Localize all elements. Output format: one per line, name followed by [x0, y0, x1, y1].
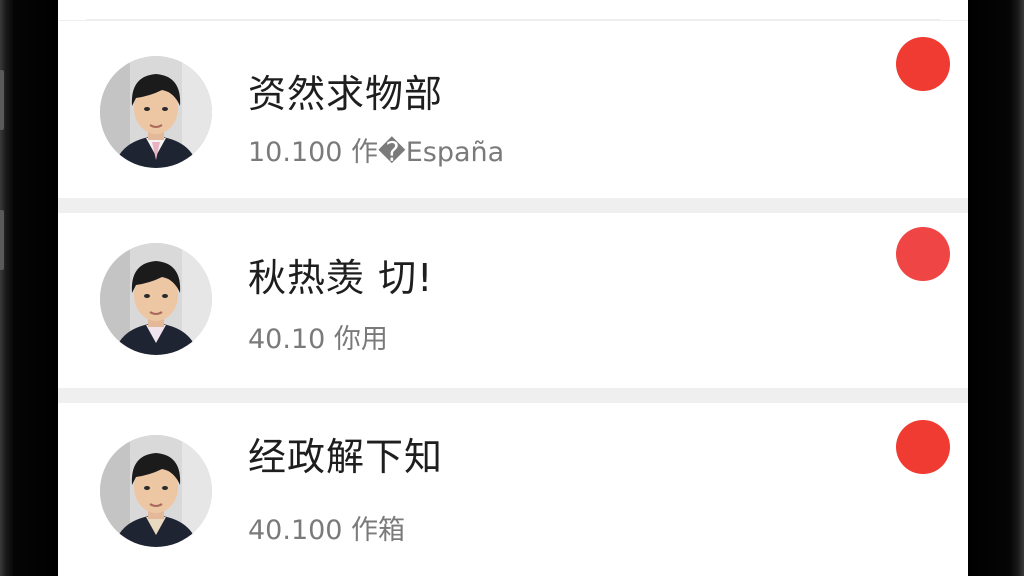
person-avatar-icon: [100, 243, 212, 355]
contact-meta: 40.100 作箱: [248, 515, 406, 546]
unread-badge: [896, 227, 950, 281]
previous-list-item-edge: [58, 0, 968, 20]
side-button: [0, 210, 4, 270]
avatar[interactable]: [100, 435, 212, 547]
phone-screen: 资然求物部 10.100 作�España 秋热羡 切! 40.10 你用 经政…: [58, 0, 968, 576]
contact-list-item[interactable]: 秋热羡 切! 40.10 你用: [58, 213, 968, 388]
contact-name: 秋热羡 切!: [248, 256, 434, 300]
contact-meta: 40.10 你用: [248, 324, 388, 355]
contact-name: 经政解下知: [248, 435, 444, 479]
person-avatar-icon: [100, 56, 212, 168]
contact-list-item[interactable]: 资然求物部 10.100 作�España: [58, 21, 968, 198]
phone-bezel-right: [966, 0, 1024, 576]
phone-bezel-left: [0, 0, 58, 576]
contact-meta: 10.100 作�España: [248, 137, 505, 168]
avatar[interactable]: [100, 243, 212, 355]
unread-badge: [896, 37, 950, 91]
unread-badge: [896, 420, 950, 474]
avatar[interactable]: [100, 56, 212, 168]
side-button: [0, 70, 4, 130]
person-avatar-icon: [100, 435, 212, 547]
contact-list-item[interactable]: 经政解下知 40.100 作箱: [58, 403, 968, 576]
contact-name: 资然求物部: [248, 72, 444, 116]
